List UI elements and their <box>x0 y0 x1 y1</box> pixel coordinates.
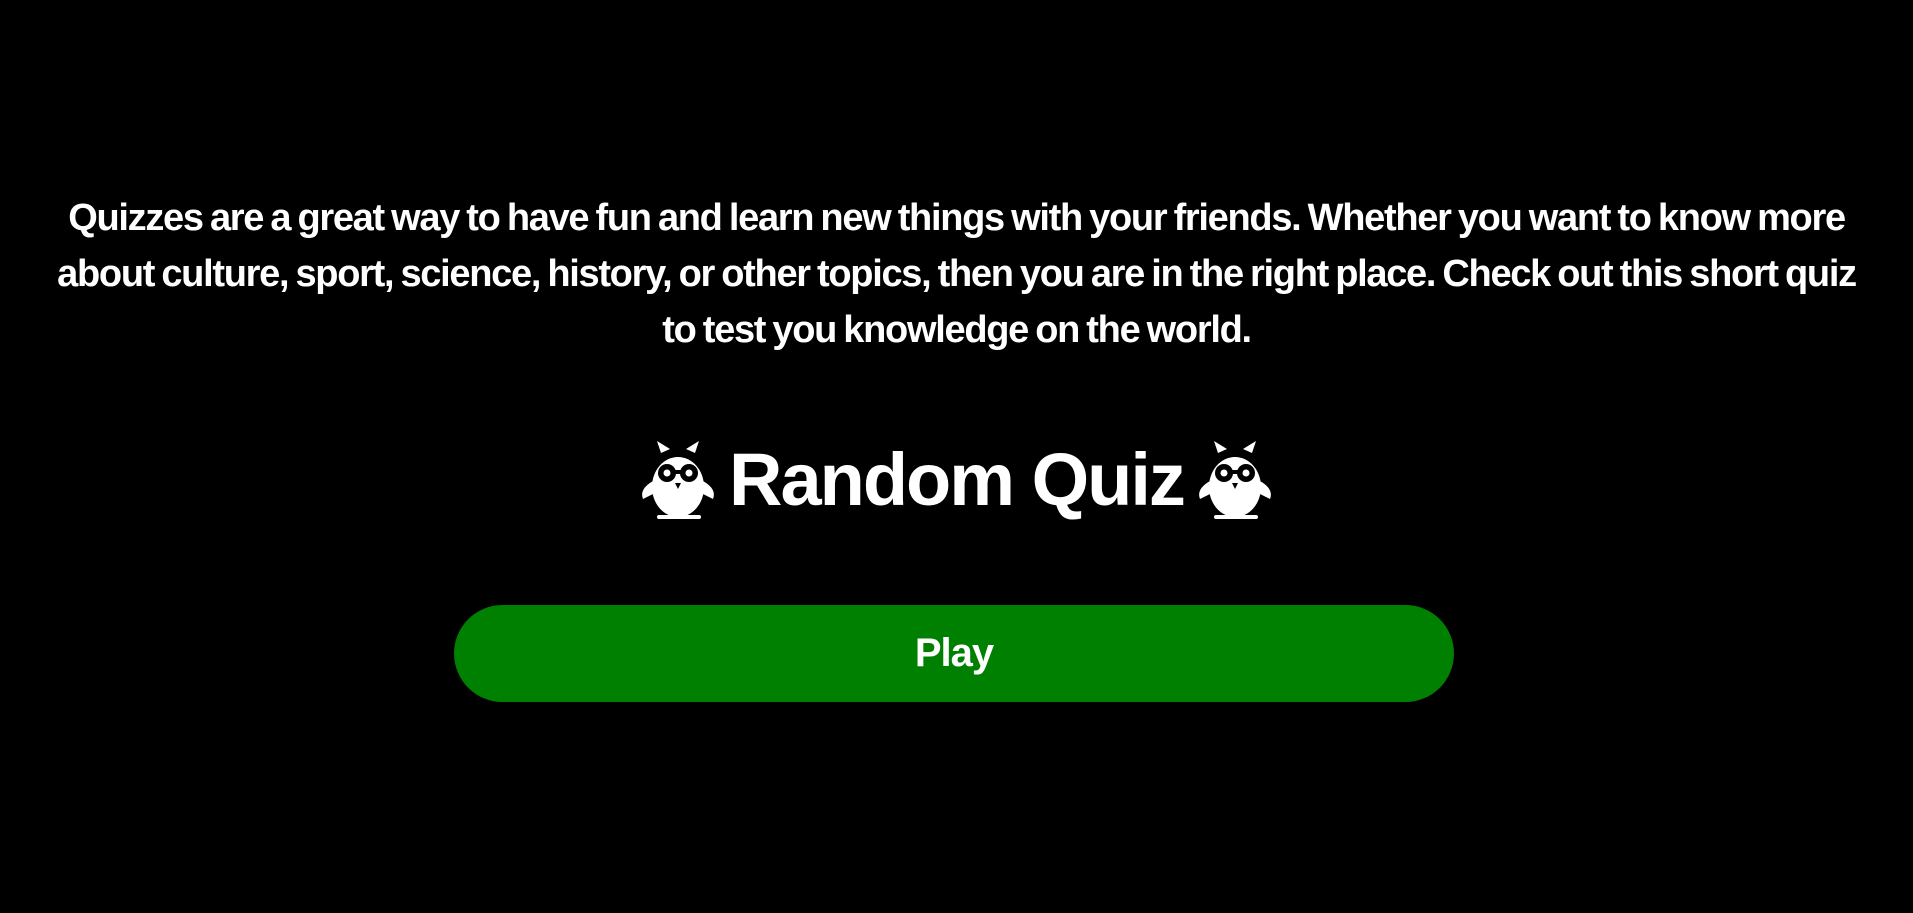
title-row: Random Quiz <box>0 432 1913 528</box>
intro-text: Quizzes are a great way to have fun and … <box>57 197 1857 351</box>
owl-left-icon <box>637 437 719 523</box>
page-title: Random Quiz <box>729 438 1186 521</box>
owl-right-icon <box>1194 437 1276 523</box>
quiz-landing-page: Quizzes are a great way to have fun and … <box>0 0 1913 913</box>
play-button[interactable]: Play <box>454 605 1454 702</box>
